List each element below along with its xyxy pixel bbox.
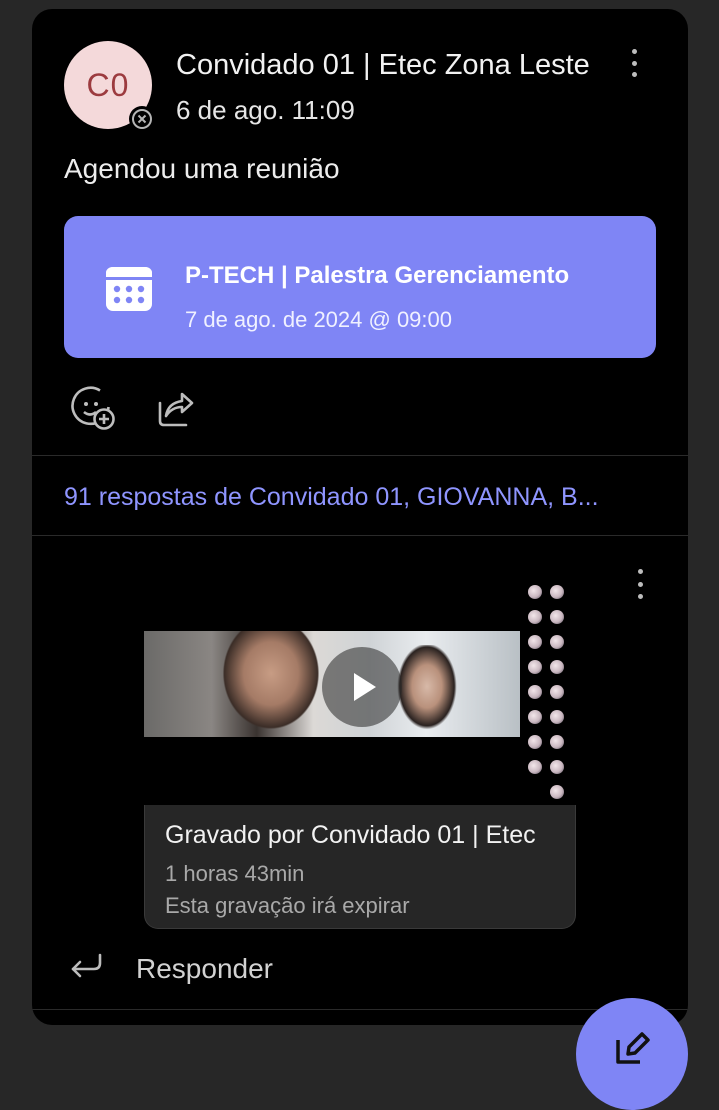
compose-icon [612,1028,652,1073]
participants-grid [526,583,570,805]
avatar-initials: C0 [86,66,130,103]
play-icon[interactable] [322,647,402,727]
recording-duration: 1 horas 43min [165,861,305,886]
sender-name[interactable]: Convidado 01 | Etec Zona Leste [176,49,616,82]
divider [32,535,688,536]
replies-summary-link[interactable]: 91 respostas de Convidado 01, GIOVANNA, … [64,483,654,512]
more-options-icon[interactable] [630,567,650,601]
reply-label: Responder [136,952,273,984]
divider [32,455,688,456]
meeting-card[interactable]: P-TECH | Palestra Gerenciamento 7 de ago… [64,216,656,358]
divider [32,1009,688,1010]
video-participant [392,645,462,737]
more-options-icon[interactable] [624,47,644,79]
meeting-title: P-TECH | Palestra Gerenciamento [185,262,570,289]
share-icon[interactable] [150,385,196,436]
recording-info: Gravado por Convidado 01 | Etec 1 horas … [144,805,576,929]
add-reaction-icon[interactable] [70,385,116,436]
recorded-by-name: Convidado 01 | Etec [310,821,536,849]
post-action-text: Agendou uma reunião [64,153,340,184]
recorded-by-prefix: Gravado por [165,821,304,849]
reply-arrow-icon [68,951,104,986]
reply-button[interactable]: Responder [68,951,273,986]
meeting-datetime: 7 de ago. de 2024 @ 09:00 [185,307,452,332]
compose-button[interactable] [576,998,688,1110]
calendar-icon [104,263,154,318]
recording-card[interactable]: Gravado por Convidado 01 | Etec 1 horas … [144,569,576,929]
recorded-by: Gravado por Convidado 01 | Etec [165,821,536,850]
video-participant [216,631,326,737]
post-timestamp: 6 de ago. 11:09 [176,95,355,125]
presence-offline-icon [129,106,155,132]
recording-thumbnail[interactable] [144,569,576,805]
post-card: C0 Convidado 01 | Etec Zona Leste 6 de a… [32,9,688,1025]
recording-expiry-note: Esta gravação irá expirar [165,893,410,918]
